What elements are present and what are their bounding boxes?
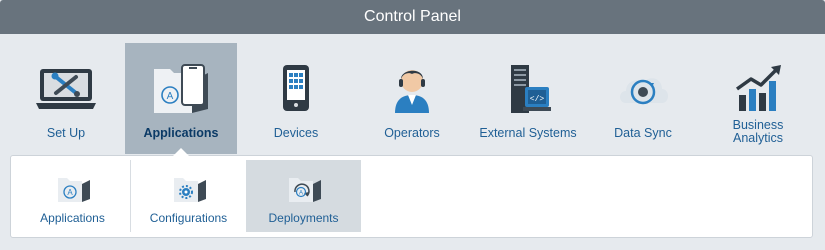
subnav-item-configurations[interactable]: Configurations	[131, 160, 246, 232]
active-tab-caret	[173, 148, 189, 156]
nav-item-label: Devices	[273, 126, 319, 140]
operator-person-icon	[379, 59, 445, 119]
nav-item-operators[interactable]: Operators	[356, 43, 468, 154]
subnav-item-label: Configurations	[149, 211, 228, 225]
config-folder-icon	[170, 174, 208, 204]
svg-text:A: A	[298, 191, 302, 197]
nav-item-applications[interactable]: A Applications	[125, 43, 237, 154]
nav-item-label: Operators	[384, 126, 440, 140]
nav-item-label: Applications	[143, 126, 219, 140]
applications-icon: A	[148, 59, 214, 119]
data-sync-cloud-icon	[610, 59, 676, 119]
svg-text:</>: </>	[530, 95, 545, 104]
business-analytics-icon	[725, 59, 791, 119]
subnav-item-label: Deployments	[268, 211, 339, 225]
external-systems-icon: </>	[495, 59, 561, 119]
nav-item-data-sync[interactable]: Data Sync	[587, 43, 699, 154]
deploy-folder-icon: A	[285, 174, 323, 204]
subnav-item-applications[interactable]: A Applications	[15, 160, 130, 232]
window-title: Control Panel	[0, 0, 825, 34]
svg-text:A: A	[167, 91, 174, 102]
device-phone-icon	[263, 59, 329, 119]
sub-navigation-panel: A Applications Configurations A Deployme…	[10, 155, 813, 238]
subnav-item-label: Applications	[40, 211, 105, 225]
nav-item-label: Set Up	[46, 126, 86, 140]
setup-tools-icon	[33, 59, 99, 119]
nav-item-external-systems[interactable]: </> External Systems	[471, 43, 585, 154]
subnav-item-deployments[interactable]: A Deployments	[246, 160, 361, 232]
nav-item-setup[interactable]: Set Up	[10, 43, 122, 154]
nav-item-label: External Systems	[479, 126, 577, 140]
nav-item-label: Business Analytics	[732, 118, 784, 145]
nav-item-devices[interactable]: Devices	[240, 43, 352, 154]
nav-item-label: Data Sync	[614, 126, 672, 140]
main-nav: Set Up A Applications Devices Operators …	[0, 43, 825, 154]
app-folder-icon: A	[54, 174, 92, 204]
svg-text:A: A	[67, 188, 73, 197]
nav-item-business-analytics[interactable]: Business Analytics	[702, 43, 814, 154]
